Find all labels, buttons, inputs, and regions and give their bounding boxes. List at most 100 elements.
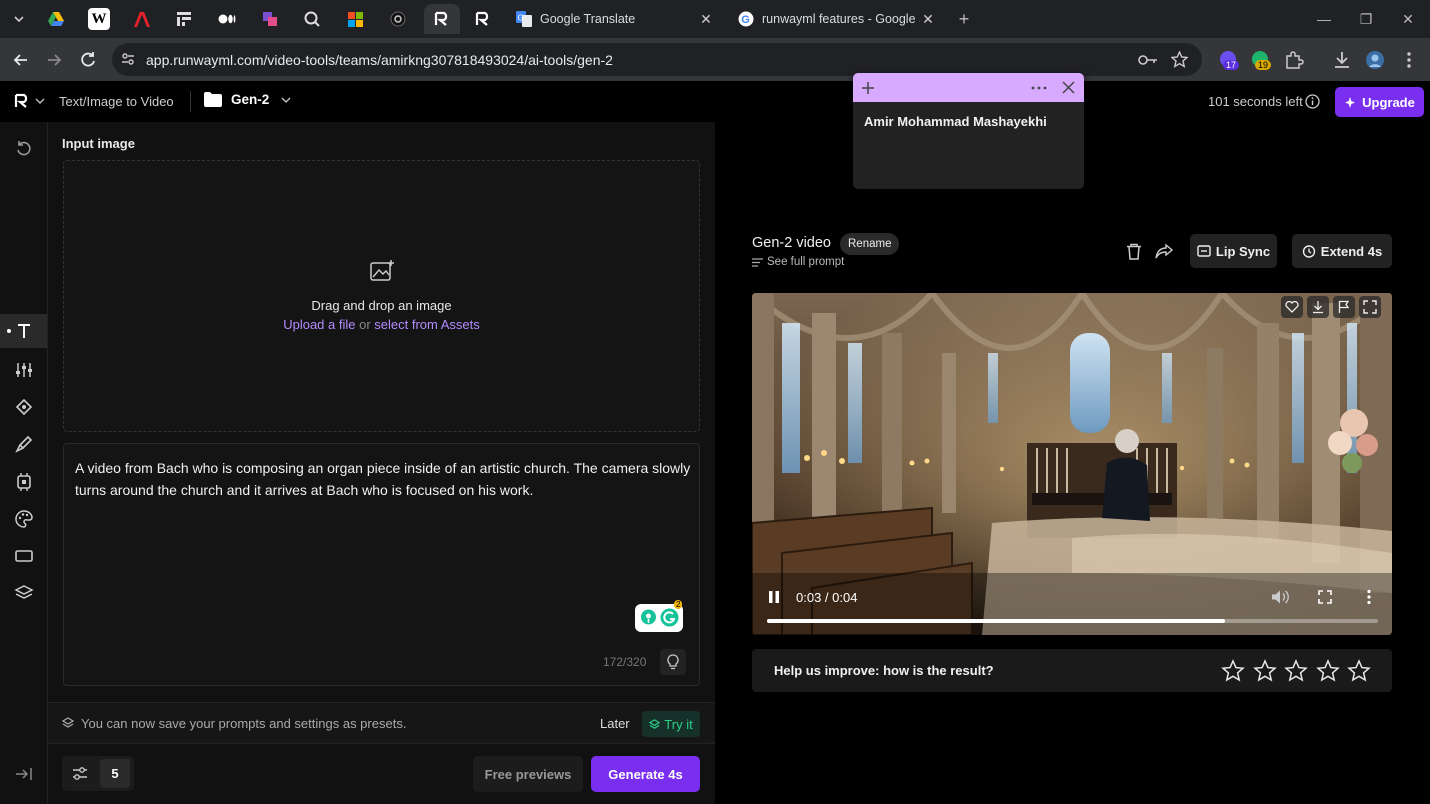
medium-tab-icon[interactable] <box>216 8 238 30</box>
google-drive-tab-icon[interactable] <box>45 8 67 30</box>
aspect-ratio-icon[interactable] <box>14 546 34 566</box>
motion-brush-icon[interactable] <box>14 434 34 454</box>
profile-avatar-icon[interactable] <box>1364 49 1386 71</box>
prompt-tips-button[interactable] <box>660 649 686 675</box>
rating-star-icon[interactable] <box>1347 659 1371 683</box>
extensions-puzzle-icon[interactable] <box>1283 49 1305 71</box>
project-selector[interactable]: Gen-2 <box>204 92 292 107</box>
upload-file-link[interactable]: Upload a file <box>283 317 355 332</box>
rating-star-icon[interactable] <box>1315 659 1340 683</box>
volume-icon[interactable] <box>1271 589 1289 605</box>
text-tool-active[interactable] <box>0 314 47 348</box>
close-tab-icon[interactable]: ✕ <box>920 11 936 28</box>
settings-chip-icon[interactable] <box>14 472 34 492</box>
video-progress-track[interactable] <box>767 619 1378 623</box>
report-button[interactable] <box>1333 296 1355 318</box>
close-note-icon[interactable] <box>1062 81 1075 94</box>
rating-star-icon[interactable] <box>1221 659 1245 683</box>
chrome-menu-icon[interactable] <box>1398 49 1420 71</box>
minimize-icon[interactable]: — <box>1313 8 1335 30</box>
style-palette-icon[interactable] <box>14 509 34 529</box>
reload-icon[interactable] <box>78 50 98 70</box>
free-previews-button[interactable]: Free previews <box>473 756 583 792</box>
result-panel: Gen-2 video Rename See full prompt Lip S… <box>715 122 1430 804</box>
runway-active-tab[interactable] <box>424 4 460 34</box>
character-counter: 172/320 <box>603 655 647 669</box>
rating-star-icon[interactable] <box>1284 659 1308 683</box>
fullscreen-overlay-button[interactable] <box>1359 296 1381 318</box>
rating-star-icon[interactable] <box>1252 659 1277 683</box>
fullscreen-icon[interactable] <box>1318 590 1332 604</box>
url-text: app.runwayml.com/video-tools/teams/amirk… <box>146 51 613 68</box>
input-image-label: Input image <box>62 136 135 151</box>
sticky-note[interactable]: Amir Mohammad Mashayekhi <box>853 73 1084 189</box>
tab-google-search[interactable]: G runwayml features - Google Se ✕ <box>730 4 944 34</box>
wikipedia-tab-icon[interactable]: W <box>88 8 110 30</box>
runway-tab-icon[interactable] <box>472 8 494 30</box>
collapse-sidebar-icon[interactable] <box>14 764 34 784</box>
close-tab-icon[interactable]: ✕ <box>698 11 714 28</box>
download-video-button[interactable] <box>1307 296 1329 318</box>
upgrade-label: Upgrade <box>1362 94 1415 110</box>
see-full-prompt-link[interactable]: See full prompt <box>752 256 844 268</box>
add-note-icon[interactable] <box>861 81 875 95</box>
seed-count: 5 <box>100 759 130 788</box>
history-icon[interactable] <box>14 138 34 158</box>
active-dot <box>7 329 11 333</box>
openai-tab-icon[interactable] <box>387 8 409 30</box>
note-menu-icon[interactable] <box>1031 86 1047 90</box>
extension-icon[interactable]: 17 <box>1218 49 1240 71</box>
adobe-tab-icon[interactable] <box>131 8 153 30</box>
site-settings-icon[interactable] <box>120 51 136 67</box>
image-dropzone[interactable]: Drag and drop an image Upload a file or … <box>63 160 700 432</box>
more-options-icon[interactable] <box>1366 589 1372 605</box>
grammarly-assist-icon <box>641 609 656 625</box>
cathedral-video-frame <box>752 293 1392 635</box>
try-it-button[interactable]: Try it <box>642 711 700 737</box>
presets-message: You can now save your prompts and settin… <box>81 716 407 731</box>
maximize-icon[interactable]: ❐ <box>1355 8 1377 30</box>
new-tab-icon[interactable]: + <box>953 8 975 30</box>
generation-settings[interactable]: 5 <box>62 756 134 791</box>
runway-logo-menu[interactable] <box>14 93 46 109</box>
favorite-button[interactable] <box>1281 296 1303 318</box>
prompt-textarea[interactable]: A video from Bach who is composing an or… <box>63 443 700 686</box>
camera-motion-icon[interactable] <box>14 397 34 417</box>
back-icon[interactable] <box>11 50 31 70</box>
sticky-note-text[interactable]: Amir Mohammad Mashayekhi <box>864 114 1047 129</box>
later-button[interactable]: Later <box>600 716 630 731</box>
close-window-icon[interactable]: ✕ <box>1397 8 1419 30</box>
tool-mode-label[interactable]: Text/Image to Video <box>59 94 174 109</box>
downloads-icon[interactable] <box>1331 49 1353 71</box>
browser-toolbar: app.runwayml.com/video-tools/teams/amirk… <box>0 38 1430 81</box>
app-tab-icon[interactable] <box>173 8 195 30</box>
pause-icon[interactable] <box>768 590 780 604</box>
password-key-icon[interactable] <box>1138 52 1158 68</box>
info-icon[interactable] <box>1305 94 1320 109</box>
video-player[interactable]: 0:03 / 0:04 <box>752 293 1392 635</box>
forward-icon[interactable] <box>44 50 64 70</box>
bookmark-star-icon[interactable] <box>1171 51 1188 68</box>
select-assets-link[interactable]: select from Assets <box>374 317 479 332</box>
rename-button[interactable]: Rename <box>840 233 900 255</box>
app-tab-icon[interactable] <box>259 8 281 30</box>
grammarly-badge: 2 <box>674 600 683 609</box>
tab-search-icon[interactable] <box>8 8 30 30</box>
app-tab-icon[interactable] <box>301 8 323 30</box>
address-bar[interactable]: app.runwayml.com/video-tools/teams/amirk… <box>112 43 1202 76</box>
lip-sync-button[interactable]: Lip Sync <box>1190 234 1277 268</box>
generate-button[interactable]: Generate 4s <box>591 756 700 792</box>
share-icon[interactable] <box>1155 243 1173 259</box>
prompt-text: A video from Bach who is composing an or… <box>75 460 691 498</box>
sliders-icon[interactable] <box>14 360 34 380</box>
grammarly-widget[interactable]: 2 <box>635 600 683 632</box>
trash-icon[interactable] <box>1126 243 1142 260</box>
or-text: or <box>359 317 371 332</box>
upgrade-button[interactable]: Upgrade <box>1335 87 1424 117</box>
extension-icon[interactable]: 19 <box>1250 49 1272 71</box>
microsoft-tab-icon[interactable] <box>344 8 366 30</box>
layers-icon[interactable] <box>14 583 34 603</box>
extend-button[interactable]: Extend 4s <box>1292 234 1392 268</box>
tab-google-translate[interactable]: G Google Translate ✕ <box>508 4 722 34</box>
sticky-note-header[interactable] <box>853 73 1084 102</box>
